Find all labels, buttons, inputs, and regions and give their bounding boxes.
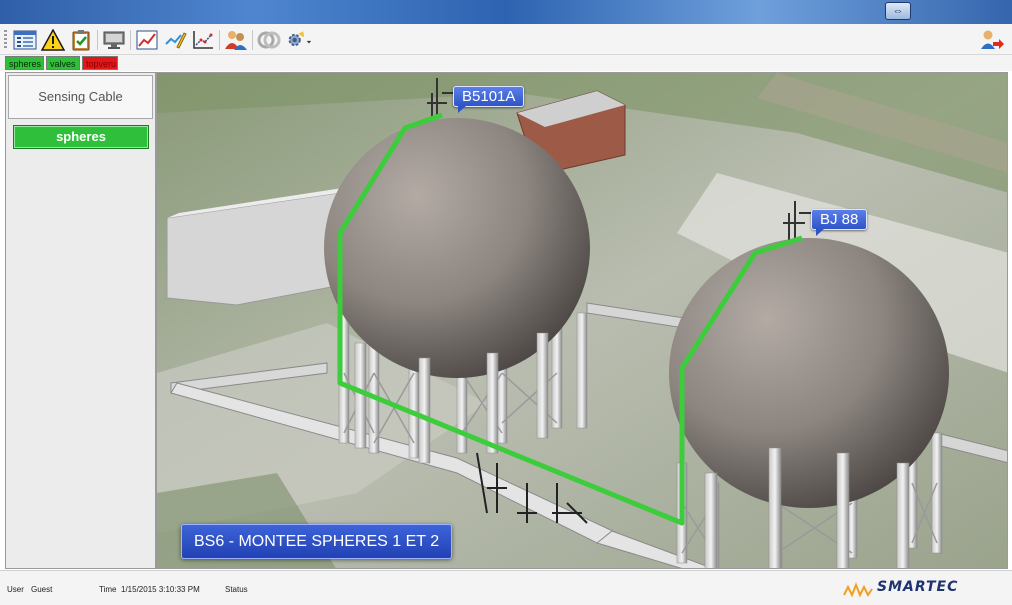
status-bar: User Guest Time 1/15/2015 3:10:33 PM Sta… [0, 570, 1012, 605]
spheres-cable-button[interactable]: spheres [13, 125, 149, 149]
plant-scene-graphic [157, 73, 1007, 568]
plant-3d-view[interactable]: B5101A BJ 88 BS6 - MONTEE SPHERES 1 ET 2 [156, 72, 1008, 569]
toolbar-grip[interactable] [4, 30, 7, 50]
list-view-icon [13, 30, 37, 49]
edit-chart-button[interactable] [162, 27, 188, 52]
monitor-icon [103, 31, 125, 49]
toolbar-separator [252, 30, 253, 50]
smartec-logo: SMARTEC [843, 577, 1003, 599]
settings-dropdown-icon [288, 30, 312, 46]
toolbar-separator [219, 30, 220, 50]
trend-chart-button[interactable] [134, 27, 160, 52]
tab-topveru[interactable]: topveru [82, 56, 118, 70]
title-bar: ⇔ [0, 0, 1012, 24]
smartec-wave-icon [843, 582, 873, 598]
network-disabled-icon [257, 31, 281, 48]
time-value: 1/15/2015 3:10:33 PM [121, 585, 200, 594]
sphere-label-bj88[interactable]: BJ 88 [811, 209, 868, 236]
restore-window-button[interactable]: ⇔ [885, 2, 911, 20]
user-value: Guest [31, 585, 53, 594]
toolbar-separator [97, 30, 98, 50]
app-window: ⇔ spheres valves topveru Sensing Cable s… [0, 0, 1012, 605]
status-label: Status [225, 585, 248, 594]
network-button[interactable] [256, 27, 282, 52]
pen-chart-icon [165, 31, 187, 49]
toolbar-separator [130, 30, 131, 50]
users-button[interactable] [223, 27, 249, 52]
sphere-1-tank [324, 118, 590, 378]
users-icon [225, 30, 247, 50]
user-label: User [7, 585, 24, 594]
time-label: Time [99, 585, 117, 594]
view-tabs: spheres valves topveru [0, 55, 1012, 71]
line-chart-icon [136, 30, 158, 49]
monitor-button[interactable] [101, 27, 127, 52]
sensing-cable-panel: Sensing Cable spheres [5, 72, 156, 569]
scene-title: BS6 - MONTEE SPHERES 1 ET 2 [181, 524, 453, 559]
settings-dropdown-button[interactable] [286, 27, 312, 52]
alarms-button[interactable] [40, 27, 66, 52]
list-view-button[interactable] [12, 27, 38, 52]
logout-button[interactable] [979, 27, 1005, 52]
scatter-chart-button[interactable] [190, 27, 216, 52]
sphere-label-b5101a[interactable]: B5101A [453, 86, 525, 113]
panel-title: Sensing Cable [8, 75, 153, 119]
tab-spheres[interactable]: spheres [5, 56, 44, 70]
logout-user-icon [981, 30, 1004, 49]
tab-valves[interactable]: valves [46, 56, 80, 70]
clipboard-check-icon [72, 29, 90, 50]
warning-icon [41, 28, 65, 51]
report-button[interactable] [68, 27, 94, 52]
toolbar [0, 24, 1012, 55]
scatter-chart-icon [193, 30, 213, 49]
